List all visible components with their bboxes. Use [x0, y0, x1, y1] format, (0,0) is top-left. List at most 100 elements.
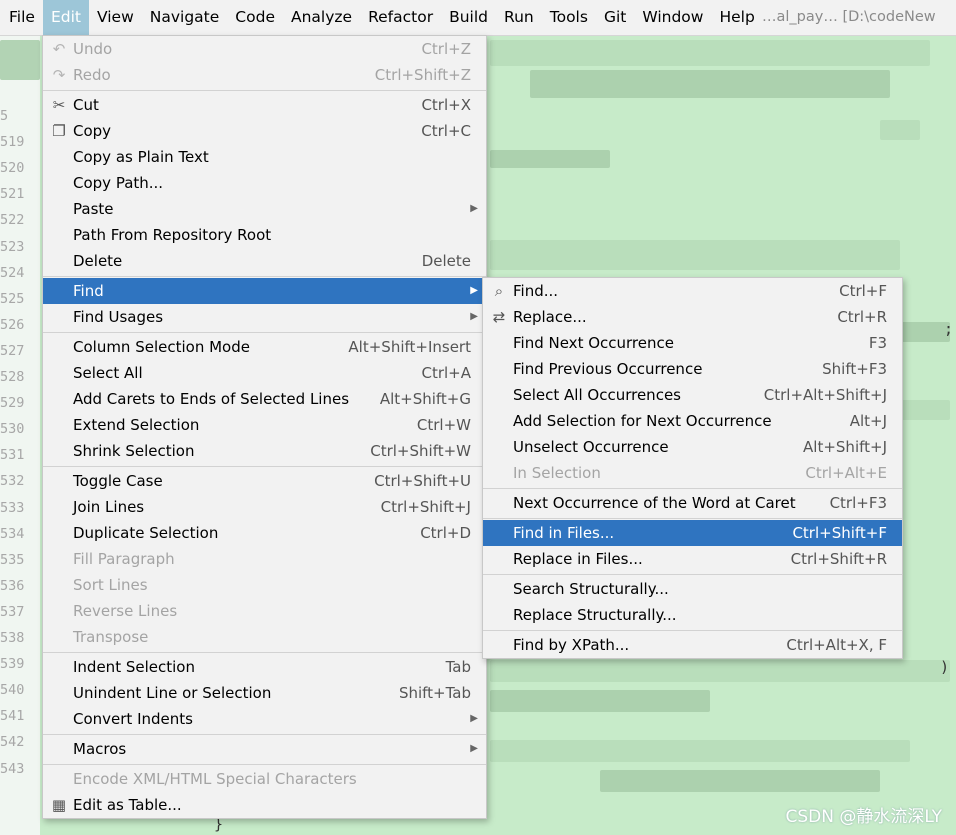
shortcut-label: Ctrl+X — [421, 96, 471, 114]
shortcut-label: Tab — [445, 658, 471, 676]
menu-item-label: Select All Occurrences — [513, 386, 681, 404]
menu-item-search-structurally[interactable]: Search Structurally... — [483, 576, 902, 602]
menu-item-label: Unselect Occurrence — [513, 438, 669, 456]
menu-item-select-all[interactable]: Select All Ctrl+A — [43, 360, 486, 386]
menu-item-find[interactable]: ⌕ Find... Ctrl+F — [483, 278, 902, 304]
menu-analyze[interactable]: Analyze — [283, 0, 360, 35]
menu-item-label: Column Selection Mode — [73, 338, 250, 356]
menu-separator — [483, 574, 902, 575]
menu-item-find[interactable]: Find ▶ — [43, 278, 486, 304]
menu-item-next-occurrence-of-the-word-at-caret[interactable]: Next Occurrence of the Word at Caret Ctrl… — [483, 490, 902, 516]
menu-item-find-in-files[interactable]: Find in Files... Ctrl+Shift+F — [483, 520, 902, 546]
menu-item-replace-in-files[interactable]: Replace in Files... Ctrl+Shift+R — [483, 546, 902, 572]
blurred-code — [490, 740, 910, 762]
menu-item-copy-as-plain-text[interactable]: Copy as Plain Text — [43, 144, 486, 170]
line-number: 521 — [0, 186, 25, 203]
menu-item-find-usages[interactable]: Find Usages ▶ — [43, 304, 486, 330]
menu-refactor[interactable]: Refactor — [360, 0, 441, 35]
menu-item-label: Find Next Occurrence — [513, 334, 674, 352]
menu-item-label: Copy Path... — [73, 174, 164, 192]
menu-git[interactable]: Git — [596, 0, 634, 35]
shortcut-label: Alt+J — [849, 412, 887, 430]
undo-icon: ↶ — [52, 40, 66, 58]
line-number: 532 — [0, 473, 25, 490]
menu-item-label: Extend Selection — [73, 416, 200, 434]
blurred-code — [490, 240, 900, 270]
line-number: 524 — [0, 264, 25, 281]
menu-item-path-from-repository-root[interactable]: Path From Repository Root — [43, 222, 486, 248]
blurred-code — [900, 400, 950, 420]
line-number: 530 — [0, 421, 25, 438]
menu-item-label: Find by XPath... — [513, 636, 630, 654]
menu-item-label: Search Structurally... — [513, 580, 669, 598]
line-number: 519 — [0, 134, 25, 151]
search-icon: ⌕ — [494, 282, 504, 300]
menu-item-shrink-selection[interactable]: Shrink Selection Ctrl+Shift+W — [43, 438, 486, 464]
menu-item-label: Find in Files... — [513, 524, 615, 542]
menu-help[interactable]: Help — [711, 0, 762, 35]
menu-item-find-next-occurrence[interactable]: Find Next Occurrence F3 — [483, 330, 902, 356]
line-number: 526 — [0, 316, 25, 333]
menu-item-duplicate-selection[interactable]: Duplicate Selection Ctrl+D — [43, 520, 486, 546]
menu-item-paste[interactable]: Paste ▶ — [43, 196, 486, 222]
shortcut-label: Ctrl+Shift+Z — [374, 66, 471, 84]
line-number: 531 — [0, 447, 25, 464]
shortcut-label: Delete — [421, 252, 471, 270]
code-fragment: ) — [940, 658, 950, 676]
line-number-gutter: 5 519 520 521 522 523 524 525 526 527 528 529 530 531… — [0, 36, 40, 835]
menu-item-cut[interactable]: ✂ Cut Ctrl+X — [43, 92, 486, 118]
menu-item-unselect-occurrence[interactable]: Unselect Occurrence Alt+Shift+J — [483, 434, 902, 460]
menu-item-add-selection-for-next-occurrence[interactable]: Add Selection for Next Occurrence Alt+J — [483, 408, 902, 434]
menu-item-indent-selection[interactable]: Indent Selection Tab — [43, 654, 486, 680]
menu-item-label: Add Carets to Ends of Selected Lines — [73, 390, 350, 408]
blurred-code — [880, 120, 920, 140]
menu-item-macros[interactable]: Macros ▶ — [43, 736, 486, 762]
line-number: 522 — [0, 212, 25, 229]
menu-item-label: Undo — [73, 40, 113, 58]
menu-item-toggle-case[interactable]: Toggle Case Ctrl+Shift+U — [43, 468, 486, 494]
menu-edit[interactable]: Edit — [42, 0, 89, 35]
menu-item-edit-as-table[interactable]: ▦ Edit as Table... — [43, 792, 486, 818]
menu-separator — [43, 276, 486, 277]
menu-item-unindent-line-or-selection[interactable]: Unindent Line or Selection Shift+Tab — [43, 680, 486, 706]
menu-separator — [43, 734, 486, 735]
menu-file[interactable]: File — [0, 0, 43, 35]
menu-item-replace-structurally[interactable]: Replace Structurally... — [483, 602, 902, 628]
menu-code[interactable]: Code — [227, 0, 283, 35]
menu-build[interactable]: Build — [441, 0, 496, 35]
menu-item-delete[interactable]: Delete Delete — [43, 248, 486, 274]
shortcut-label: Alt+Shift+J — [803, 438, 887, 456]
shortcut-label: F3 — [868, 334, 887, 352]
menu-item-label: Encode XML/HTML Special Characters — [73, 770, 357, 788]
menu-item-add-carets-to-ends-of-selected-lines[interactable]: Add Carets to Ends of Selected Lines Alt+… — [43, 386, 486, 412]
menu-separator — [43, 90, 486, 91]
menu-item-extend-selection[interactable]: Extend Selection Ctrl+W — [43, 412, 486, 438]
submenu-arrow-icon: ▶ — [470, 285, 478, 296]
menu-item-join-lines[interactable]: Join Lines Ctrl+Shift+J — [43, 494, 486, 520]
menu-item-find-previous-occurrence[interactable]: Find Previous Occurrence Shift+F3 — [483, 356, 902, 382]
menu-item-select-all-occurrences[interactable]: Select All Occurrences Ctrl+Alt+Shift+J — [483, 382, 902, 408]
blurred-code — [0, 40, 40, 80]
menu-item-convert-indents[interactable]: Convert Indents ▶ — [43, 706, 486, 732]
shortcut-label: Ctrl+Alt+E — [805, 464, 887, 482]
menu-item-column-selection-mode[interactable]: Column Selection Mode Alt+Shift+Insert — [43, 334, 486, 360]
shortcut-label: Alt+Shift+Insert — [348, 338, 471, 356]
blurred-code — [490, 40, 930, 66]
menu-view[interactable]: View — [89, 0, 142, 35]
menu-item-find-by-xpath[interactable]: Find by XPath... Ctrl+Alt+X, F — [483, 632, 902, 658]
menu-tools[interactable]: Tools — [542, 0, 596, 35]
menu-item-label: Fill Paragraph — [73, 550, 175, 568]
menu-item-copy[interactable]: ❐ Copy Ctrl+C — [43, 118, 486, 144]
shortcut-label: Ctrl+D — [420, 524, 471, 542]
menu-item-transpose: Transpose — [43, 624, 486, 650]
menu-item-copy-path[interactable]: Copy Path... — [43, 170, 486, 196]
line-number: 543 — [0, 760, 25, 777]
menu-item-sort-lines: Sort Lines — [43, 572, 486, 598]
menu-navigate[interactable]: Navigate — [142, 0, 228, 35]
copy-icon: ❐ — [52, 122, 66, 140]
menu-item-label: Reverse Lines — [73, 602, 178, 620]
menu-run[interactable]: Run — [496, 0, 542, 35]
line-number: 527 — [0, 342, 25, 359]
menu-item-replace[interactable]: ⇄ Replace... Ctrl+R — [483, 304, 902, 330]
menu-window[interactable]: Window — [634, 0, 711, 35]
